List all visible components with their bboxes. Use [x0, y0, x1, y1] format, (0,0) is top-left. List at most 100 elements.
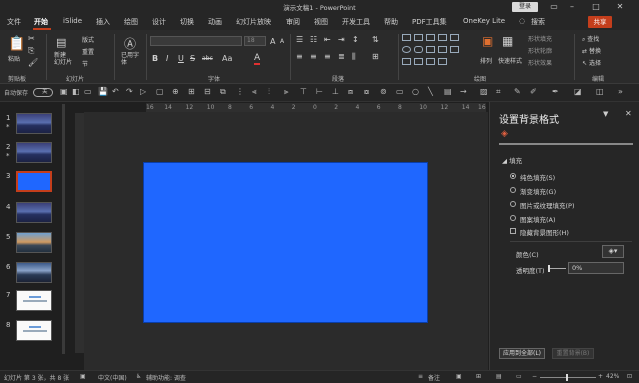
hide-bg-checkbox[interactable] [510, 228, 516, 234]
font-size-input[interactable]: 18 [244, 36, 266, 46]
decrease-indent-icon[interactable]: ⇤ [324, 35, 331, 44]
rectangle-shape-icon[interactable] [438, 34, 447, 41]
oval-shape-icon[interactable] [402, 46, 411, 53]
new-slide-icon[interactable]: ▤ [56, 36, 66, 49]
line-icon[interactable]: ╲ [428, 87, 433, 96]
tab-help[interactable]: 帮助 [384, 17, 398, 27]
align-left-icon[interactable]: ≡ [296, 52, 303, 61]
merge-shapes-icon[interactable]: ⊚ [380, 87, 387, 96]
tab-onekey[interactable]: OneKey Lite [463, 17, 505, 25]
font-color-button[interactable]: A [254, 53, 261, 65]
slide-thumbnail-2[interactable] [16, 142, 52, 163]
notes-button[interactable]: 备注 [428, 373, 440, 382]
fill-section-header[interactable]: ◢ 填充 [502, 155, 522, 165]
pen-icon[interactable]: ✐ [530, 87, 537, 96]
table-icon[interactable]: ⊞ [188, 87, 195, 96]
slideshow-view-icon[interactable]: ▭ [516, 373, 522, 380]
tab-animations[interactable]: 动画 [208, 17, 222, 27]
shrink-font-button[interactable]: A [280, 38, 284, 45]
spellcheck-icon[interactable]: ▣ [80, 373, 86, 380]
shape-fill-button[interactable]: 形状填充 [528, 34, 552, 43]
columns-icon[interactable]: ⫼ [352, 52, 356, 62]
align-right-icon[interactable]: ⫸ [284, 87, 289, 97]
replace-button[interactable]: ⇄ 替换 [582, 46, 601, 55]
color-picker-button[interactable]: ◈▾ [602, 245, 624, 258]
distribute-icon[interactable]: ⋮ [236, 87, 244, 96]
arrow-shape-icon[interactable] [438, 46, 447, 53]
share-button[interactable]: 共享 [588, 16, 612, 28]
zoom-level[interactable]: 42% [606, 373, 619, 380]
send-backward-icon[interactable]: ⧇ [364, 87, 369, 97]
underline-button[interactable]: U [178, 54, 184, 63]
picture-fill-label[interactable]: 图片或纹理填充(P) [520, 200, 575, 210]
pattern-fill-label[interactable]: 图案填充(A) [520, 214, 556, 224]
thumbnail-scrollbar[interactable] [62, 104, 65, 354]
close-pane-icon[interactable]: ✕ [625, 109, 632, 118]
shape-outline-button[interactable]: 形状轮廓 [528, 46, 552, 55]
tab-slideshow[interactable]: 幻灯片放映 [236, 17, 271, 27]
zoom-slider-thumb[interactable] [566, 374, 568, 381]
tab-islide[interactable]: iSlide [63, 17, 82, 25]
textbox-shape-icon[interactable] [426, 34, 435, 41]
zoom-in-icon[interactable]: + [598, 373, 603, 380]
layout-button[interactable]: 版式 [82, 35, 94, 44]
new-doc-icon[interactable]: ▢ [156, 87, 164, 96]
ribbon-display-icon[interactable]: ▭ [548, 1, 560, 13]
tab-transitions[interactable]: 切换 [180, 17, 194, 27]
align-icon[interactable]: ⊟ [204, 87, 211, 96]
slide-thumbnail-3[interactable] [16, 171, 52, 192]
grow-font-button[interactable]: A [270, 37, 275, 46]
bracket-shape-icon[interactable] [414, 58, 423, 65]
close-icon[interactable]: ✕ [614, 1, 626, 13]
shapes-gallery[interactable] [402, 34, 472, 72]
shape-icon[interactable]: ◧ [72, 87, 80, 96]
bold-button[interactable]: B [152, 54, 158, 63]
transparency-slider-thumb[interactable] [548, 265, 550, 272]
picture-fill-radio[interactable] [510, 201, 516, 207]
accessibility-status[interactable]: 辅助功能: 调查 [146, 373, 186, 382]
solid-fill-radio[interactable] [510, 173, 516, 179]
font-reuse-icon[interactable]: Ⓐ [124, 35, 136, 52]
zoom-out-icon[interactable]: − [532, 373, 537, 380]
group-icon[interactable]: ⧉ [220, 87, 226, 97]
pattern-fill-radio[interactable] [510, 215, 516, 221]
smartart-icon[interactable]: ⊞ [372, 52, 379, 61]
bullets-icon[interactable]: ☰ [296, 35, 303, 44]
textbox-icon[interactable]: ▤ [444, 87, 452, 96]
rectangle-shape-icon[interactable] [450, 34, 459, 41]
star-shape-icon[interactable] [450, 46, 459, 53]
reading-view-icon[interactable]: ▤ [496, 373, 502, 380]
tab-developer[interactable]: 开发工具 [342, 17, 370, 27]
align-center-icon[interactable]: ≡ [310, 52, 317, 61]
zoom-slider[interactable] [540, 377, 596, 378]
line-spacing-icon[interactable]: ↕ [352, 35, 359, 44]
pane-options-icon[interactable]: ▼ [603, 110, 608, 118]
eyedropper-icon[interactable]: ✎ [514, 87, 521, 96]
rounded-rect-shape-icon[interactable] [414, 46, 423, 53]
reset-button[interactable]: 重置 [82, 47, 94, 56]
solid-fill-label[interactable]: 纯色填充(S) [520, 172, 555, 182]
align-top-icon[interactable]: ⊤ [300, 87, 307, 96]
signin-button[interactable]: 登录 [512, 2, 538, 12]
tab-search[interactable]: 搜索 [531, 17, 545, 27]
start-slideshow-icon[interactable]: ▷ [140, 87, 146, 96]
minimize-icon[interactable]: – [566, 1, 578, 13]
align-center-icon[interactable]: ⫶ [268, 87, 270, 97]
slide-thumbnail-1[interactable] [16, 113, 52, 134]
cut-icon[interactable]: ✂ [28, 34, 35, 43]
justify-icon[interactable]: ≣ [338, 52, 345, 61]
gradient-fill-radio[interactable] [510, 187, 516, 193]
floppy-icon[interactable]: 💾 [98, 87, 108, 96]
new-slide-label[interactable]: 新建 幻灯片 [54, 52, 72, 66]
gradient-fill-label[interactable]: 渐变填充(G) [520, 186, 556, 196]
oval-icon[interactable]: ○ [412, 87, 419, 96]
normal-view-icon[interactable]: ▣ [456, 373, 462, 380]
shape-effects-button[interactable]: 形状效果 [528, 58, 552, 67]
rectangle-shape-icon[interactable] [414, 34, 423, 41]
find-button[interactable]: ⌕ 查找 [582, 34, 599, 44]
save-icon[interactable]: ▣ [60, 87, 68, 96]
tab-view[interactable]: 视图 [314, 17, 328, 27]
triangle-shape-icon[interactable] [426, 46, 435, 53]
quick-styles-label[interactable]: 快速样式 [498, 56, 522, 65]
format-painter-icon[interactable]: 🖌 [28, 58, 38, 67]
